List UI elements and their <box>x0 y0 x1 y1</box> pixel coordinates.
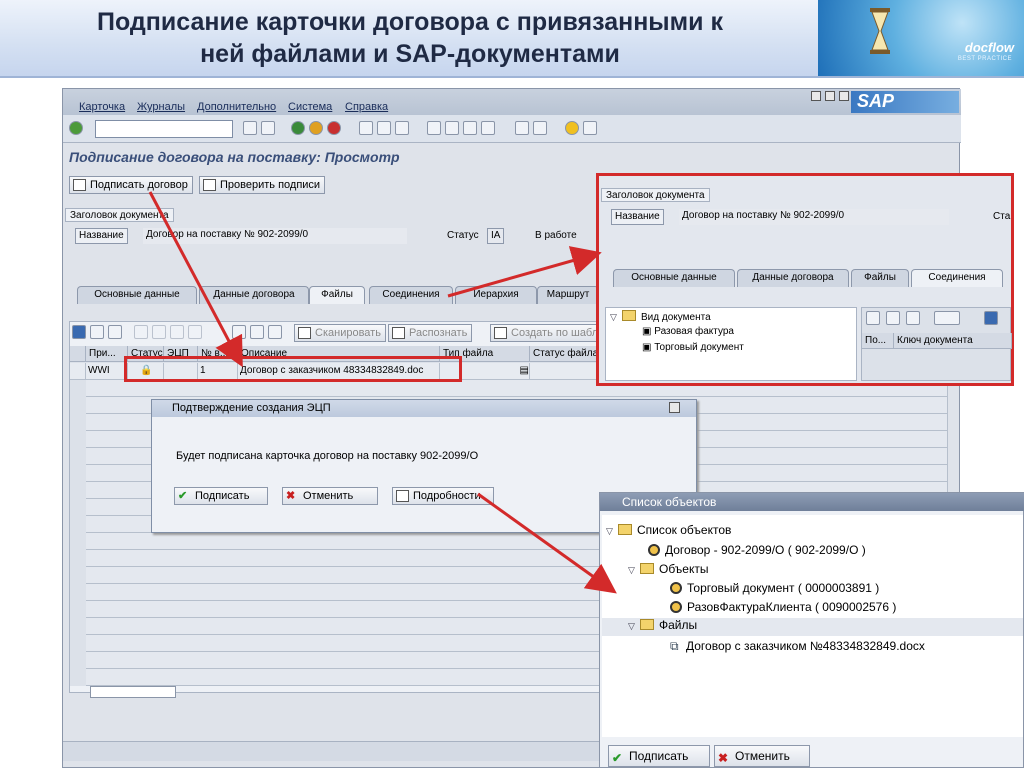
arrow-details-to-list <box>477 492 617 594</box>
arrow-sign-to-row <box>148 191 243 368</box>
annotation-arrows <box>148 191 617 594</box>
zoom1-tab-connections[interactable]: Соединения <box>911 269 1003 287</box>
arrow-tab-to-connections <box>447 246 602 298</box>
tab-files[interactable]: Файлы <box>309 286 365 304</box>
